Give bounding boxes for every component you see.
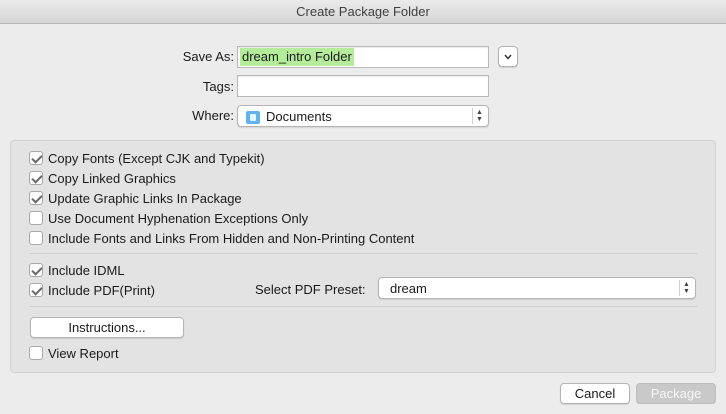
- copy-graphics-checkbox[interactable]: [29, 171, 43, 185]
- view-report-checkbox-row[interactable]: View Report: [29, 343, 119, 363]
- copy-graphics-checkbox-row[interactable]: Copy Linked Graphics: [29, 168, 414, 188]
- copy-fonts-checkbox-row[interactable]: Copy Fonts (Except CJK and Typekit): [29, 148, 414, 168]
- hyphenation-checkbox-row[interactable]: Use Document Hyphenation Exceptions Only: [29, 208, 414, 228]
- include-pdf-label: Include PDF(Print): [48, 282, 155, 298]
- chevron-down-icon: [504, 54, 512, 60]
- tags-field[interactable]: [237, 75, 489, 97]
- copy-graphics-label: Copy Linked Graphics: [48, 170, 176, 186]
- pdf-preset-value: dream: [390, 281, 427, 296]
- divider: [29, 253, 697, 254]
- update-links-checkbox-row[interactable]: Update Graphic Links In Package: [29, 188, 414, 208]
- copy-fonts-label: Copy Fonts (Except CJK and Typekit): [48, 150, 265, 166]
- hidden-content-checkbox-row[interactable]: Include Fonts and Links From Hidden and …: [29, 228, 414, 248]
- hyphenation-checkbox[interactable]: [29, 211, 43, 225]
- where-popup[interactable]: Documents ▲ ▼: [237, 105, 489, 127]
- options-panel: Copy Fonts (Except CJK and Typekit) Copy…: [10, 140, 716, 373]
- include-idml-checkbox[interactable]: [29, 263, 43, 277]
- include-idml-label: Include IDML: [48, 262, 125, 278]
- copy-fonts-checkbox[interactable]: [29, 151, 43, 165]
- include-pdf-checkbox[interactable]: [29, 283, 43, 297]
- include-idml-checkbox-row[interactable]: Include IDML: [29, 260, 155, 280]
- instructions-button[interactable]: Instructions...: [30, 317, 184, 338]
- update-links-label: Update Graphic Links In Package: [48, 190, 242, 206]
- documents-folder-icon: [246, 111, 260, 125]
- expand-button[interactable]: [498, 46, 518, 67]
- divider: [29, 306, 697, 307]
- hidden-content-label: Include Fonts and Links From Hidden and …: [48, 230, 415, 246]
- package-button[interactable]: Package: [636, 383, 716, 404]
- view-report-checkbox[interactable]: [29, 346, 43, 360]
- up-down-stepper-icon: ▲ ▼: [472, 108, 486, 124]
- up-down-stepper-icon: ▲ ▼: [679, 280, 693, 296]
- title-bar: Create Package Folder: [0, 0, 726, 24]
- pdf-preset-popup[interactable]: dream ▲ ▼: [378, 277, 696, 299]
- hyphenation-label: Use Document Hyphenation Exceptions Only: [48, 210, 309, 226]
- pdf-preset-label: Select PDF Preset:: [255, 282, 366, 297]
- window-title: Create Package Folder: [296, 4, 430, 19]
- save-as-value: dream_intro Folder: [240, 48, 354, 66]
- update-links-checkbox[interactable]: [29, 191, 43, 205]
- save-as-label: Save As:: [182, 49, 234, 64]
- hidden-content-checkbox[interactable]: [29, 231, 43, 245]
- view-report-label: View Report: [48, 345, 119, 361]
- where-value: Documents: [266, 109, 332, 124]
- where-label: Where:: [192, 108, 234, 123]
- include-pdf-checkbox-row[interactable]: Include PDF(Print): [29, 280, 155, 300]
- save-as-field[interactable]: dream_intro Folder: [237, 46, 489, 68]
- cancel-button[interactable]: Cancel: [560, 383, 630, 404]
- tags-label: Tags:: [202, 79, 234, 94]
